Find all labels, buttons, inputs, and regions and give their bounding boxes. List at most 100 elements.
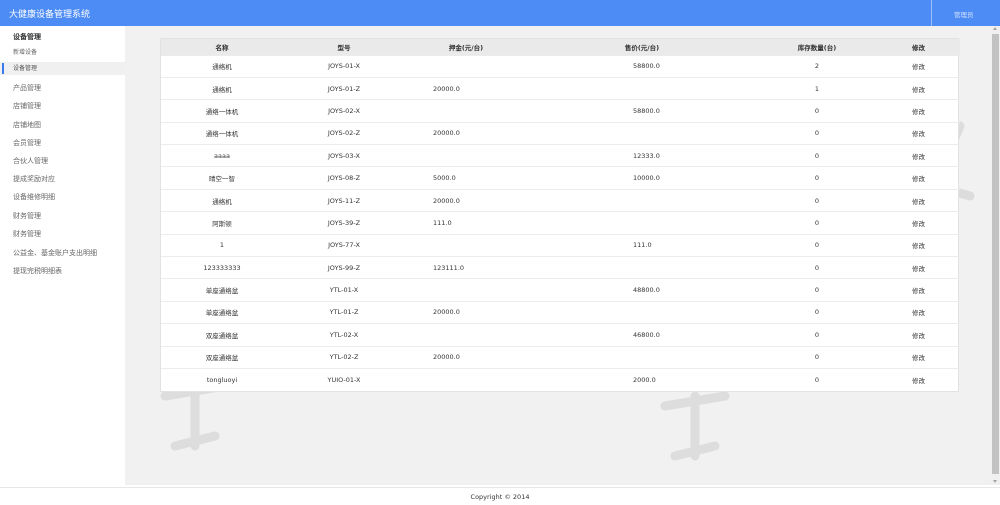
edit-link[interactable]: 修改: [877, 55, 960, 77]
device-price-cell: [527, 346, 757, 368]
column-header-deposit: 押金(元/台): [448, 43, 484, 52]
device-stock-cell: 0: [814, 106, 820, 115]
main-content: 名称 型号 押金(元/台) 售价(元/台) 库存数量(台) 修改 通络机 JOYS…: [125, 26, 991, 485]
device-stock-cell: 0: [814, 353, 820, 362]
table-row: 晴空一智 JOYS-08-Z 5000.0 10000.0 0 修改: [161, 166, 960, 189]
device-price-cell: 58800.0: [633, 106, 660, 115]
device-price-cell: 10000.0: [633, 174, 660, 183]
table-row: 双座通络盆 YTL-02-Z 20000.0 0 修改: [161, 346, 960, 368]
device-stock-cell: 0: [814, 330, 820, 339]
table-row: 通络一体机 JOYS-02-X 58800.0 0 修改: [161, 99, 960, 122]
device-model-cell: YTL-01-Z: [329, 308, 359, 317]
column-header-edit: 修改: [912, 43, 925, 52]
device-deposit-cell: [405, 55, 527, 77]
sidebar-item-finance-1[interactable]: 财务管理: [13, 211, 41, 221]
device-table-panel: 名称 型号 押金(元/台) 售价(元/台) 库存数量(台) 修改 通络机 JOYS…: [160, 38, 960, 392]
device-deposit-cell: 20000.0: [433, 308, 460, 317]
device-model-cell: YTL-01-X: [329, 286, 359, 295]
sidebar-item-member-management[interactable]: 会员管理: [13, 138, 41, 148]
table-body: 通络机 JOYS-01-X 58800.0 2 修改 通络机 JOYS-01-Z 20000.…: [161, 55, 960, 391]
device-stock-cell: 0: [814, 263, 820, 272]
sidebar-item-commission[interactable]: 提成奖励对应: [13, 174, 55, 184]
device-deposit-cell: [405, 234, 527, 256]
sidebar-item-repair-details[interactable]: 设备维修明细: [13, 192, 55, 202]
table-row: 通络机 JOYS-11-Z 20000.0 0 修改: [161, 189, 960, 211]
device-price-cell: 111.0: [633, 241, 652, 250]
device-name-cell: 通络机: [212, 63, 232, 72]
device-stock-cell: 0: [814, 129, 820, 138]
device-name-cell: tongluoyi: [206, 375, 238, 384]
device-deposit-cell: [405, 145, 527, 167]
table-row: 1 JOYS-77-X 111.0 0 修改: [161, 234, 960, 256]
sidebar-item-product-management[interactable]: 产品管理: [13, 83, 41, 93]
sidebar: 设备管理 新增设备 设备管理 产品管理 店铺管理 店铺地图 会员管理 合伙人管理…: [0, 26, 125, 487]
device-model-cell: JOYS-39-Z: [327, 218, 361, 227]
sidebar-item-finance-2[interactable]: 财务管理: [13, 229, 41, 239]
device-model-cell: JOYS-99-Z: [327, 263, 361, 272]
sidebar-item-device-management[interactable]: 设备管理: [0, 62, 125, 75]
device-model-cell: JOYS-01-Z: [327, 84, 361, 93]
device-name-cell: 通络一体机: [205, 130, 239, 139]
edit-link[interactable]: 修改: [877, 100, 960, 122]
device-name-cell: 通络机: [212, 197, 232, 206]
device-name-cell: 双座通络盆: [205, 354, 239, 363]
device-name-cell: aaaa: [214, 151, 230, 160]
column-header-stock: 库存数量(台): [797, 43, 837, 52]
device-model-cell: YTL-02-Z: [329, 353, 359, 362]
sidebar-group-device-management[interactable]: 设备管理: [13, 32, 41, 42]
edit-link[interactable]: 修改: [877, 167, 960, 189]
admin-menu[interactable]: 管理员: [954, 9, 974, 19]
edit-link[interactable]: 修改: [877, 257, 960, 279]
edit-link[interactable]: 修改: [877, 234, 960, 256]
device-model-cell: JOYS-03-X: [328, 151, 360, 160]
copyright-text: Copyright © 2014: [470, 493, 530, 501]
app-title: 大健康设备管理系统: [9, 10, 91, 20]
device-stock-cell: 0: [814, 308, 820, 317]
edit-link[interactable]: 修改: [877, 212, 960, 234]
device-stock-cell: 0: [814, 241, 820, 250]
sidebar-item-add-device[interactable]: 新增设备: [0, 46, 125, 59]
edit-link[interactable]: 修改: [877, 324, 960, 346]
scrollbar-thumb[interactable]: [992, 34, 999, 474]
device-deposit-cell: [405, 324, 527, 346]
table-row: 单座通络盆 YTL-01-Z 20000.0 0 修改: [161, 301, 960, 323]
edit-link[interactable]: 修改: [877, 346, 960, 368]
device-model-cell: JOYS-01-X: [328, 62, 360, 71]
header-divider: [931, 0, 932, 26]
sidebar-item-withdrawal-tax[interactable]: 提现完税明细表: [13, 266, 62, 276]
table-row: 通络机 JOYS-01-X 58800.0 2 修改: [161, 55, 960, 77]
edit-link[interactable]: 修改: [877, 189, 960, 211]
top-header: 大健康设备管理系统 管理员: [0, 0, 1000, 26]
edit-link[interactable]: 修改: [877, 301, 960, 323]
device-name-cell: 1: [219, 241, 225, 250]
scroll-up-arrow-icon[interactable]: [993, 27, 997, 30]
sidebar-item-store-management[interactable]: 店铺管理: [13, 101, 41, 111]
device-table: 名称 型号 押金(元/台) 售价(元/台) 库存数量(台) 修改 通络机 JOYS…: [161, 39, 960, 391]
device-price-cell: [527, 77, 757, 99]
device-name-cell: 晴空一智: [209, 175, 235, 184]
scroll-down-arrow-icon[interactable]: [993, 480, 997, 483]
edit-link[interactable]: 修改: [877, 368, 960, 390]
device-price-cell: [527, 212, 757, 234]
device-deposit-cell: 123111.0: [433, 263, 465, 272]
edit-link[interactable]: 修改: [877, 279, 960, 301]
edit-link[interactable]: 修改: [877, 145, 960, 167]
device-deposit-cell: 111.0: [433, 218, 452, 227]
table-row: 通络机 JOYS-01-Z 20000.0 1 修改: [161, 77, 960, 99]
table-row: 通络一体机 JOYS-02-Z 20000.0 0 修改: [161, 122, 960, 144]
device-price-cell: [527, 257, 757, 279]
device-deposit-cell: 20000.0: [433, 84, 460, 93]
device-deposit-cell: 20000.0: [433, 129, 460, 138]
edit-link[interactable]: 修改: [877, 77, 960, 99]
device-stock-cell: 0: [814, 174, 820, 183]
sidebar-item-fund-expenses[interactable]: 公益金、基金账户支出明细: [13, 248, 97, 258]
device-deposit-cell: [405, 279, 527, 301]
sidebar-item-partner-management[interactable]: 合伙人管理: [13, 156, 48, 166]
device-stock-cell: 0: [814, 286, 820, 295]
device-name-cell: 单座通络盆: [205, 287, 239, 296]
device-model-cell: JOYS-11-Z: [327, 196, 361, 205]
device-deposit-cell: 20000.0: [433, 353, 460, 362]
vertical-scrollbar[interactable]: [991, 26, 1000, 485]
sidebar-item-store-map[interactable]: 店铺地图: [13, 120, 41, 130]
edit-link[interactable]: 修改: [877, 122, 960, 144]
